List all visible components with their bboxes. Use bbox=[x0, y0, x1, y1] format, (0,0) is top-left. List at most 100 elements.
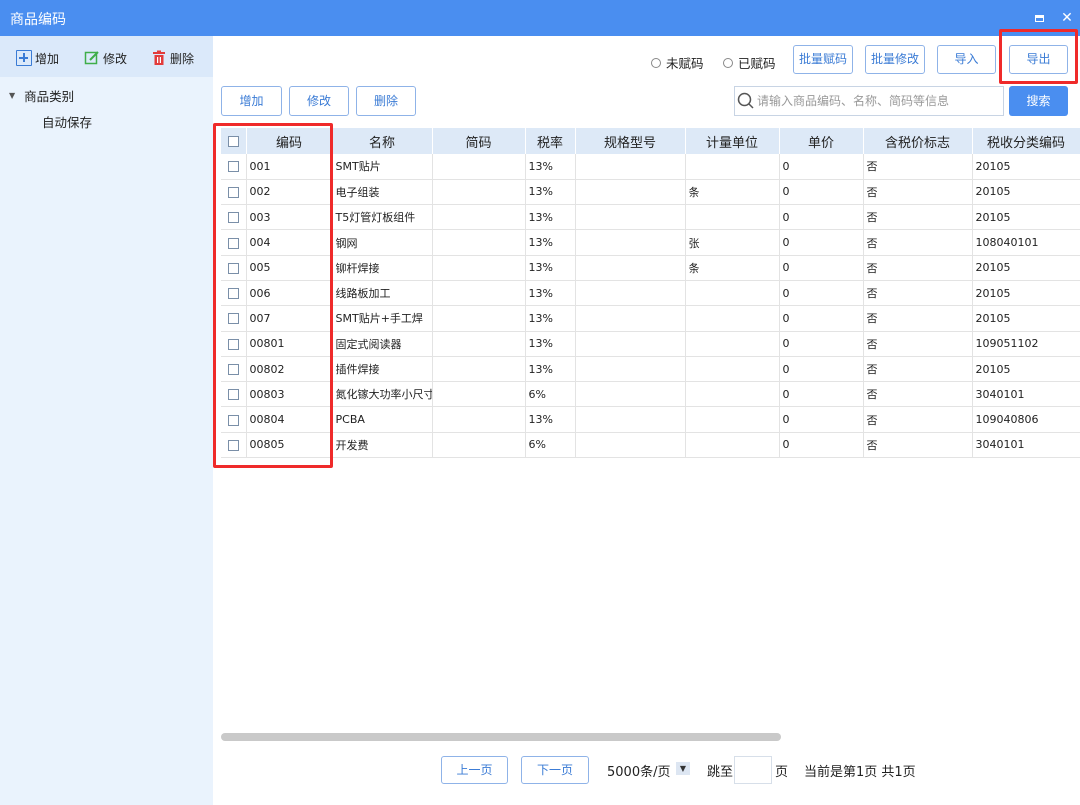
table-cell bbox=[575, 229, 686, 256]
table-header-row: 编码 名称 简码 税率 规格型号 计量单位 单价 含税价标志 税收分类编码 bbox=[221, 128, 1080, 154]
table-row[interactable]: 006 线路板加工 13% 0 否 20105 bbox=[221, 280, 1080, 307]
maximize-icon[interactable] bbox=[1030, 9, 1048, 27]
table-cell: 0 bbox=[779, 305, 864, 332]
search-icon bbox=[737, 92, 754, 109]
table-cell: T5灯管灯板组件 bbox=[332, 204, 433, 231]
table-cell: 6% bbox=[525, 381, 576, 408]
table-row[interactable]: 002 电子组装 13% 条 0 否 20105 bbox=[221, 179, 1080, 206]
table-row[interactable]: 00803 氮化镓大功率小尺寸 6% 0 否 3040101 bbox=[221, 381, 1080, 408]
table-row[interactable]: 00804 PCBA 13% 0 否 109040806 bbox=[221, 406, 1080, 433]
table-row[interactable]: 00802 插件焊接 13% 0 否 20105 bbox=[221, 356, 1080, 383]
sidebar-edit-button[interactable]: 修改 bbox=[84, 49, 127, 67]
delete-button[interactable]: 删除 bbox=[356, 86, 416, 116]
sidebar-delete-button[interactable]: 删除 bbox=[151, 49, 194, 67]
table-cell bbox=[685, 204, 780, 231]
column-header[interactable]: 名称 bbox=[332, 128, 433, 154]
chevron-down-icon[interactable]: ▼ bbox=[676, 762, 690, 775]
table-cell: 否 bbox=[863, 432, 973, 459]
page-size-select[interactable]: 5000条/页 bbox=[607, 761, 670, 780]
table-cell: 否 bbox=[863, 179, 973, 206]
sidebar-toolbar: 增加 修改 删除 bbox=[0, 36, 213, 77]
column-header[interactable]: 计量单位 bbox=[685, 128, 780, 154]
trash-icon bbox=[151, 50, 167, 66]
table-cell: 0 bbox=[779, 154, 864, 180]
edit-button[interactable]: 修改 bbox=[289, 86, 349, 116]
table-row[interactable]: 00805 开发费 6% 0 否 3040101 bbox=[221, 432, 1080, 459]
table-cell bbox=[432, 255, 526, 281]
table-cell: SMT贴片+手工焊 bbox=[332, 305, 433, 332]
batch-assign-button[interactable]: 批量赋码 bbox=[793, 45, 853, 74]
table-cell: 20105 bbox=[972, 154, 1080, 180]
table-cell: 20105 bbox=[972, 356, 1080, 383]
search-input[interactable] bbox=[757, 91, 997, 111]
table-cell: 否 bbox=[863, 381, 973, 408]
table-row[interactable]: 003 T5灯管灯板组件 13% 0 否 20105 bbox=[221, 204, 1080, 231]
table-cell bbox=[685, 432, 780, 459]
table-cell: 0 bbox=[779, 179, 864, 206]
table-cell: 0 bbox=[779, 381, 864, 408]
radio-assigned[interactable]: 已赋码 bbox=[723, 53, 776, 72]
table-cell bbox=[575, 204, 686, 231]
sidebar-add-button[interactable]: 增加 bbox=[16, 49, 59, 67]
table-cell bbox=[432, 280, 526, 307]
table-cell: 氮化镓大功率小尺寸 bbox=[332, 381, 433, 408]
table-cell bbox=[575, 406, 686, 433]
table-cell: 108040101 bbox=[972, 229, 1080, 256]
search-button[interactable]: 搜索 bbox=[1009, 86, 1068, 116]
highlight-export-button bbox=[999, 29, 1078, 84]
import-button[interactable]: 导入 bbox=[937, 45, 996, 74]
prev-page-button[interactable]: 上一页 bbox=[441, 756, 508, 784]
table-cell: 20105 bbox=[972, 204, 1080, 231]
close-icon[interactable]: ✕ bbox=[1058, 9, 1076, 27]
highlight-code-column bbox=[213, 123, 333, 468]
tree-node-child[interactable]: 自动保存 bbox=[42, 112, 92, 130]
table-cell bbox=[432, 406, 526, 433]
next-page-button[interactable]: 下一页 bbox=[521, 756, 589, 784]
table-cell bbox=[575, 255, 686, 281]
table-cell: 否 bbox=[863, 204, 973, 231]
table-cell: 13% bbox=[525, 179, 576, 206]
table-cell bbox=[432, 229, 526, 256]
table-cell: 0 bbox=[779, 229, 864, 256]
sidebar-delete-label: 删除 bbox=[170, 51, 195, 66]
table-row[interactable]: 005 铆杆焊接 13% 条 0 否 20105 bbox=[221, 255, 1080, 281]
table-cell bbox=[575, 331, 686, 357]
jump-page-input[interactable] bbox=[734, 756, 772, 784]
table-row[interactable]: 001 SMT贴片 13% 0 否 20105 bbox=[221, 154, 1080, 180]
table-cell: 否 bbox=[863, 154, 973, 180]
batch-edit-button[interactable]: 批量修改 bbox=[865, 45, 925, 74]
column-header[interactable]: 税率 bbox=[525, 128, 576, 154]
horizontal-scrollbar[interactable] bbox=[221, 733, 781, 741]
table-cell bbox=[432, 381, 526, 408]
column-header[interactable]: 规格型号 bbox=[575, 128, 686, 154]
table-row[interactable]: 007 SMT贴片+手工焊 13% 0 否 20105 bbox=[221, 305, 1080, 332]
table-cell: 13% bbox=[525, 280, 576, 307]
page-unit-label: 页 bbox=[775, 765, 789, 780]
table-row[interactable]: 00801 固定式阅读器 13% 0 否 109051102 bbox=[221, 331, 1080, 357]
table-cell: 线路板加工 bbox=[332, 280, 433, 307]
table-cell bbox=[432, 305, 526, 332]
table-cell: 否 bbox=[863, 305, 973, 332]
table-cell bbox=[575, 432, 686, 459]
tree-node-root[interactable]: ▼ 商品类别 bbox=[9, 86, 129, 104]
table-cell: 钢网 bbox=[332, 229, 433, 256]
column-header[interactable]: 含税价标志 bbox=[863, 128, 973, 154]
table-cell bbox=[432, 356, 526, 383]
column-header[interactable]: 单价 bbox=[779, 128, 864, 154]
column-header[interactable]: 简码 bbox=[432, 128, 526, 154]
caret-down-icon[interactable]: ▼ bbox=[9, 91, 15, 100]
table-cell: 20105 bbox=[972, 280, 1080, 307]
table-cell: 插件焊接 bbox=[332, 356, 433, 383]
table-row[interactable]: 004 钢网 13% 张 0 否 108040101 bbox=[221, 229, 1080, 256]
table-cell: 条 bbox=[685, 179, 780, 206]
table-cell: 13% bbox=[525, 331, 576, 357]
table-cell: 电子组装 bbox=[332, 179, 433, 206]
table-cell bbox=[575, 179, 686, 206]
table-cell: 109040806 bbox=[972, 406, 1080, 433]
sidebar-edit-label: 修改 bbox=[103, 51, 128, 66]
table-cell: 3040101 bbox=[972, 432, 1080, 459]
column-header[interactable]: 税收分类编码 bbox=[972, 128, 1080, 154]
add-button[interactable]: 增加 bbox=[221, 86, 282, 116]
table-cell: 13% bbox=[525, 255, 576, 281]
radio-unassigned[interactable]: 未赋码 bbox=[651, 53, 704, 72]
